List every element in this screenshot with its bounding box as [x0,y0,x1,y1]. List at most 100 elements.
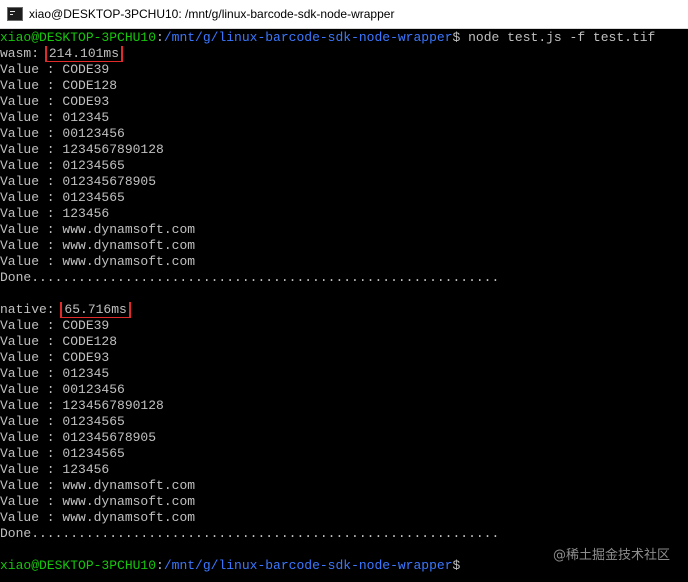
value-prefix: Value : [0,398,63,413]
prompt-line: xiao@DESKTOP-3PCHU10:/mnt/g/linux-barcod… [0,30,688,46]
value-text: 01234565 [62,446,125,461]
value-prefix: Value : [0,366,63,381]
prompt-separator: : [156,558,164,573]
value-text: CODE93 [62,94,110,109]
value-prefix: Value : [0,494,63,509]
value-text: CODE128 [62,334,118,349]
value-text: 00123456 [62,126,125,141]
value-prefix: Value : [0,174,63,189]
value-line: Value : 123456 [0,206,688,222]
value-line: Value : CODE39 [0,62,688,78]
value-prefix: Value : [0,430,63,445]
run-done: Done....................................… [0,270,500,285]
value-line: Value : www.dynamsoft.com [0,222,688,238]
value-text: 012345678905 [62,430,157,445]
prompt-user-host: xiao@DESKTOP-3PCHU10 [0,558,157,573]
value-line: Value : 00123456 [0,382,688,398]
value-text: www.dynamsoft.com [62,478,196,493]
value-text: CODE93 [62,350,110,365]
value-prefix: Value : [0,126,63,141]
value-prefix: Value : [0,254,63,269]
value-prefix: Value : [0,382,63,397]
run-label: native: [0,302,63,317]
prompt-command: node test.js -f test.tif [460,30,656,45]
value-text: 01234565 [62,190,125,205]
value-prefix: Value : [0,78,63,93]
value-prefix: Value : [0,110,63,125]
value-text: CODE39 [62,62,110,77]
value-line: Value : CODE128 [0,334,688,350]
value-text: www.dynamsoft.com [62,510,196,525]
value-line: Value : 012345 [0,366,688,382]
value-line: Value : CODE93 [0,94,688,110]
value-text: 012345 [62,366,110,381]
value-prefix: Value : [0,158,63,173]
value-line: Value : 00123456 [0,126,688,142]
title-bar[interactable]: xiao@DESKTOP-3PCHU10: /mnt/g/linux-barco… [0,0,688,29]
value-line: Value : CODE128 [0,78,688,94]
value-line: Value : www.dynamsoft.com [0,494,688,510]
value-text: www.dynamsoft.com [62,222,196,237]
value-prefix: Value : [0,318,63,333]
value-line: Value : 01234565 [0,414,688,430]
value-prefix: Value : [0,414,63,429]
prompt-path: /mnt/g/linux-barcode-sdk-node-wrapper [163,558,453,573]
value-prefix: Value : [0,446,63,461]
value-prefix: Value : [0,510,63,525]
value-text: www.dynamsoft.com [62,238,196,253]
value-text: 012345 [62,110,110,125]
value-line: Value : 123456 [0,462,688,478]
terminal-icon [7,7,23,21]
value-line: Value : 012345678905 [0,174,688,190]
prompt-path: /mnt/g/linux-barcode-sdk-node-wrapper [163,30,453,45]
terminal-output[interactable]: xiao@DESKTOP-3PCHU10:/mnt/g/linux-barcod… [0,29,688,582]
value-line: Value : CODE93 [0,350,688,366]
value-text: 01234565 [62,414,125,429]
run-header-native: native: 65.716ms [0,302,688,318]
value-prefix: Value : [0,238,63,253]
value-line: Value : 012345678905 [0,430,688,446]
prompt-user-host: xiao@DESKTOP-3PCHU10 [0,30,157,45]
value-line: Value : 012345 [0,110,688,126]
prompt-separator: : [156,30,164,45]
run-label: wasm: [0,46,47,61]
value-text: 1234567890128 [62,398,164,413]
value-text: 012345678905 [62,174,157,189]
value-line: Value : 1234567890128 [0,142,688,158]
value-prefix: Value : [0,62,63,77]
value-prefix: Value : [0,222,63,237]
value-text: www.dynamsoft.com [62,254,196,269]
value-prefix: Value : [0,334,63,349]
value-text: www.dynamsoft.com [62,494,196,509]
value-text: 1234567890128 [62,142,164,157]
run-header-wasm: wasm: 214.101ms [0,46,688,62]
value-line: Value : CODE39 [0,318,688,334]
value-text: 00123456 [62,382,125,397]
terminal-window: xiao@DESKTOP-3PCHU10: /mnt/g/linux-barco… [0,0,688,582]
value-text: 01234565 [62,158,125,173]
run-done: Done....................................… [0,526,500,541]
value-text: 123456 [62,206,110,221]
value-text: CODE128 [62,78,118,93]
value-line: Value : www.dynamsoft.com [0,478,688,494]
value-prefix: Value : [0,462,63,477]
value-prefix: Value : [0,94,63,109]
value-line: Value : 01234565 [0,190,688,206]
value-line: Value : 01234565 [0,446,688,462]
value-line: Value : www.dynamsoft.com [0,254,688,270]
value-line: Value : www.dynamsoft.com [0,238,688,254]
run-time-highlight: 214.101ms [44,46,124,62]
value-prefix: Value : [0,478,63,493]
run-time-highlight: 65.716ms [60,302,131,318]
watermark: @稀土掘金技术社区 [552,548,670,563]
value-text: 123456 [62,462,110,477]
window-title: xiao@DESKTOP-3PCHU10: /mnt/g/linux-barco… [29,7,395,21]
value-line: Value : www.dynamsoft.com [0,510,688,526]
prompt-symbol: $ [452,558,461,573]
value-prefix: Value : [0,142,63,157]
value-line: Value : 01234565 [0,158,688,174]
value-line: Value : 1234567890128 [0,398,688,414]
value-prefix: Value : [0,206,63,221]
value-prefix: Value : [0,350,63,365]
